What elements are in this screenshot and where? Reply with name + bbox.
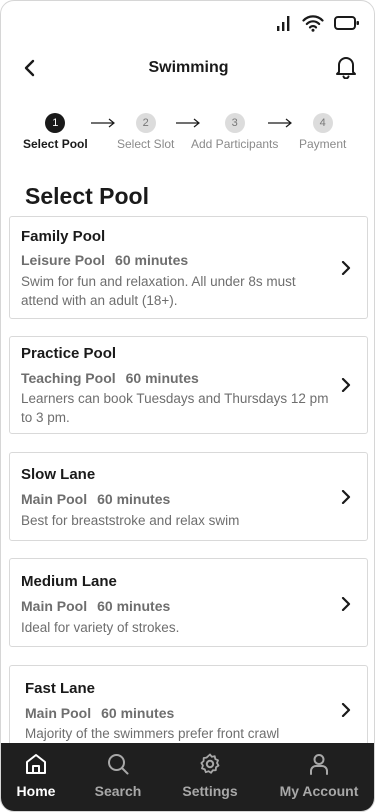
pool-duration: 60 minutes xyxy=(97,598,171,614)
pool-description: Ideal for variety of strokes. xyxy=(21,620,180,635)
nav-item-settings[interactable]: Settings xyxy=(177,743,243,811)
pool-card-practice[interactable]: Practice Pool Teaching Pool 60 minutes Le… xyxy=(9,336,368,434)
step-add-participants[interactable]: 3 Add Participants xyxy=(191,113,278,151)
chevron-right-icon xyxy=(341,378,351,392)
booking-stepper: 1 Select Pool 2 Select Slot 3 Add Partic… xyxy=(1,113,374,153)
pool-description: Swim for fun and relaxation. All under 8… xyxy=(21,274,296,308)
pool-meta: Teaching Pool 60 minutes xyxy=(21,370,199,386)
gear-icon xyxy=(198,751,222,777)
pool-meta: Leisure Pool 60 minutes xyxy=(21,252,188,268)
pool-type: Teaching Pool xyxy=(21,370,116,386)
chevron-right-icon xyxy=(341,703,351,717)
step-label: Select Slot xyxy=(117,137,175,151)
pool-description: Best for breaststroke and relax swim xyxy=(21,513,240,528)
nav-item-my-account[interactable]: My Account xyxy=(273,743,365,811)
pool-type: Leisure Pool xyxy=(21,252,106,268)
pool-meta: Main Pool 60 minutes xyxy=(21,598,170,614)
nav-label: Home xyxy=(16,783,56,799)
step-label: Payment xyxy=(299,137,347,151)
step-number: 1 xyxy=(45,113,66,133)
step-select-slot[interactable]: 2 Select Slot xyxy=(117,113,174,151)
pool-name: Family Pool xyxy=(21,228,106,245)
arrow-right-icon xyxy=(268,118,292,128)
pool-duration: 60 minutes xyxy=(125,370,199,386)
step-label: Add Participants xyxy=(191,137,279,151)
home-icon xyxy=(24,751,48,777)
battery-icon xyxy=(334,15,360,31)
pool-name: Medium Lane xyxy=(21,573,117,590)
step-label: Select Pool xyxy=(23,137,88,151)
pool-duration: 60 minutes xyxy=(97,491,171,507)
pool-duration: 60 minutes xyxy=(101,705,175,721)
pool-card-family[interactable]: Family Pool Leisure Pool 60 minutes Swim … xyxy=(9,216,368,319)
search-icon xyxy=(106,751,130,777)
pool-duration: 60 minutes xyxy=(115,252,189,268)
chevron-right-icon xyxy=(341,261,351,275)
user-icon xyxy=(307,751,331,777)
pool-type: Main Pool xyxy=(25,705,92,721)
pool-meta: Main Pool 60 minutes xyxy=(25,705,174,721)
status-bar xyxy=(276,11,360,35)
nav-item-search[interactable]: Search xyxy=(89,743,147,811)
step-number: 2 xyxy=(135,113,156,133)
nav-label: Settings xyxy=(182,783,238,799)
nav-label: My Account xyxy=(279,783,359,799)
chevron-right-icon xyxy=(341,490,351,504)
step-select-pool[interactable]: 1 Select Pool xyxy=(23,113,88,151)
chevron-right-icon xyxy=(341,597,351,611)
bottom-navigation: Home Search Settings My Account xyxy=(1,743,374,811)
step-number: 3 xyxy=(224,113,245,133)
app-header: Swimming xyxy=(1,51,374,85)
nav-item-home[interactable]: Home xyxy=(13,743,59,811)
notifications-button[interactable] xyxy=(332,53,360,81)
arrow-right-icon xyxy=(91,118,115,128)
pool-description: Majority of the swimmers prefer front cr… xyxy=(25,726,280,741)
pool-name: Slow Lane xyxy=(21,466,96,483)
pool-type: Main Pool xyxy=(21,598,88,614)
page-title: Swimming xyxy=(148,59,229,76)
wifi-icon xyxy=(302,14,324,32)
step-payment[interactable]: 4 Payment xyxy=(299,113,346,151)
cellular-signal-icon xyxy=(276,14,292,32)
pool-name: Fast Lane xyxy=(25,680,96,697)
nav-label: Search xyxy=(94,783,142,799)
pool-meta: Main Pool 60 minutes xyxy=(21,491,170,507)
pool-type: Main Pool xyxy=(21,491,88,507)
phone-screen: Swimming 1 Select Pool 2 Select Slot 3 A… xyxy=(0,0,375,812)
step-number: 4 xyxy=(312,113,333,133)
pool-description: Learners can book Tuesdays and Thursdays… xyxy=(21,391,329,425)
pool-card-slow-lane[interactable]: Slow Lane Main Pool 60 minutes Best for b… xyxy=(9,452,368,541)
bell-icon xyxy=(336,57,356,79)
pool-card-medium-lane[interactable]: Medium Lane Main Pool 60 minutes Ideal fo… xyxy=(9,558,368,647)
section-title: Select Pool xyxy=(25,183,149,209)
pool-name: Practice Pool xyxy=(21,345,117,362)
